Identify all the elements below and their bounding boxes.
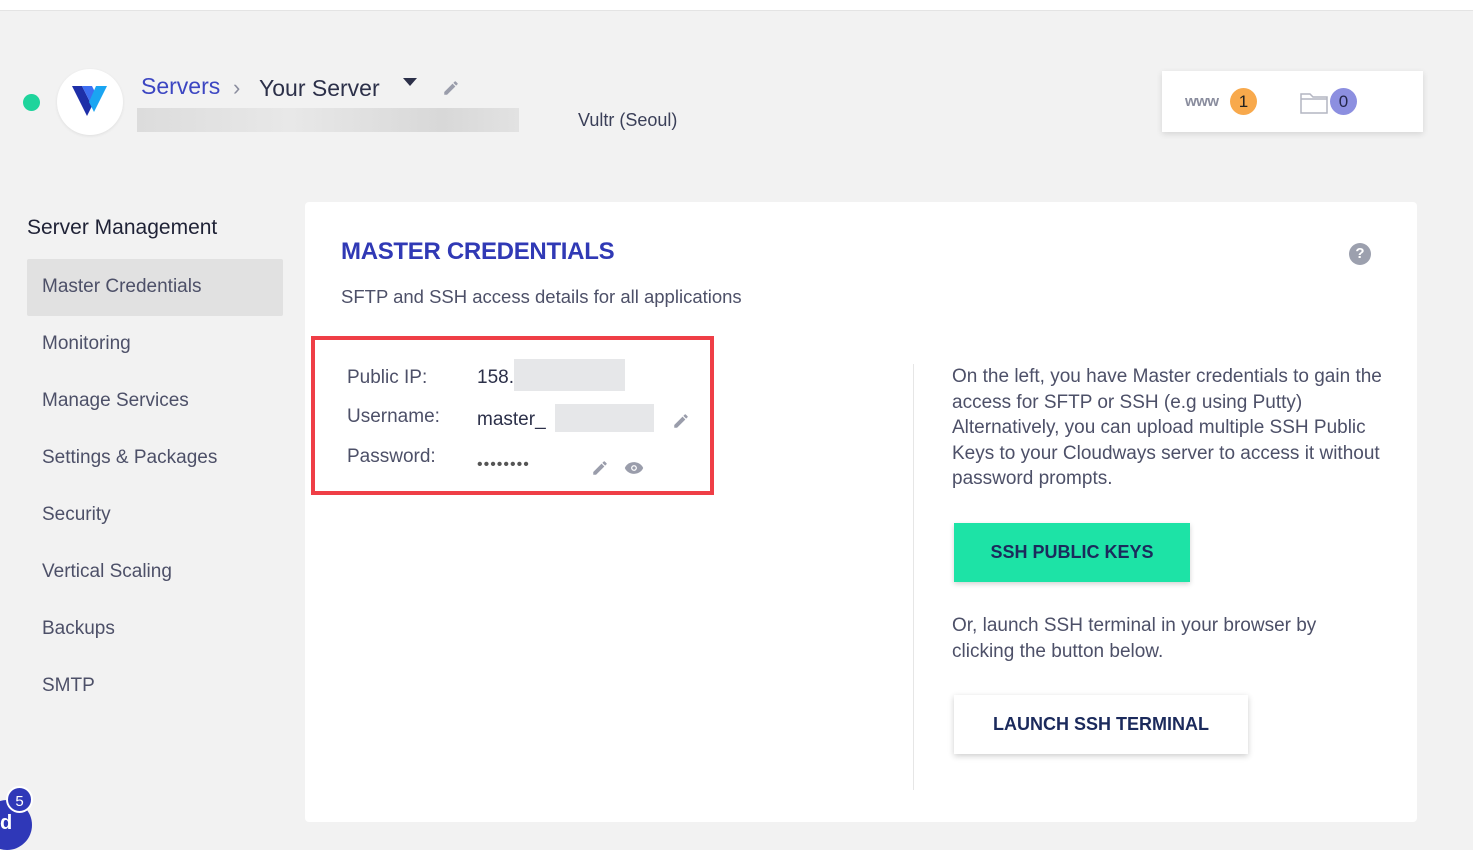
username-label: Username: xyxy=(347,406,440,427)
column-divider xyxy=(913,364,914,790)
username-redacted xyxy=(555,404,654,432)
credentials-highlight-box: Public IP: 158. Username: master_ Passwo… xyxy=(311,336,714,495)
sidebar-item-security[interactable]: Security xyxy=(27,487,283,544)
edit-password-icon[interactable] xyxy=(591,459,609,482)
sidebar-item-settings-packages[interactable]: Settings & Packages xyxy=(27,430,283,487)
vultr-logo xyxy=(57,69,123,135)
launch-ssh-terminal-button[interactable]: LAUNCH SSH TERMINAL xyxy=(954,695,1248,754)
www-icon[interactable]: www xyxy=(1185,93,1219,110)
project-count-badge[interactable]: 0 xyxy=(1330,88,1357,115)
chat-notification-badge[interactable]: 5 xyxy=(6,786,33,813)
server-ip-redacted xyxy=(137,108,519,132)
sidebar-title: Server Management xyxy=(27,216,218,239)
ssh-public-keys-button[interactable]: SSH PUBLIC KEYS xyxy=(954,523,1190,582)
ssh-keys-description: On the left, you have Master credentials… xyxy=(952,366,1382,489)
vultr-logo-icon xyxy=(72,86,107,116)
chat-widget-label[interactable]: d xyxy=(0,812,12,835)
password-value: •••••••• xyxy=(477,456,530,473)
sidebar-item-monitoring[interactable]: Monitoring xyxy=(27,316,283,373)
master-credentials-card: MASTER CREDENTIALS SFTP and SSH access d… xyxy=(305,202,1417,822)
sidebar-item-smtp[interactable]: SMTP xyxy=(27,658,283,715)
ssh-terminal-description: Or, launch SSH terminal in your browser … xyxy=(952,615,1317,662)
password-label: Password: xyxy=(347,446,436,467)
edit-server-name-icon[interactable] xyxy=(442,79,460,102)
public-ip-redacted xyxy=(514,359,625,391)
card-title: MASTER CREDENTIALS xyxy=(341,238,615,265)
server-name: Your Server xyxy=(259,75,380,101)
username-value: master_ xyxy=(477,409,546,430)
breadcrumb-chevron-icon: › xyxy=(233,75,241,100)
sidebar-item-master-credentials[interactable]: Master Credentials xyxy=(27,259,283,316)
show-password-eye-icon[interactable] xyxy=(624,461,644,480)
sidebar-item-vertical-scaling[interactable]: Vertical Scaling xyxy=(27,544,283,601)
sidebar-item-backups[interactable]: Backups xyxy=(27,601,283,658)
sidebar-item-manage-services[interactable]: Manage Services xyxy=(27,373,283,430)
server-provider: Vultr (Seoul) xyxy=(578,110,678,130)
breadcrumb-servers-link[interactable]: Servers xyxy=(141,73,220,100)
edit-username-icon[interactable] xyxy=(672,412,690,435)
card-subtitle: SFTP and SSH access details for all appl… xyxy=(341,286,742,307)
public-ip-label: Public IP: xyxy=(347,367,428,388)
folder-icon[interactable] xyxy=(1300,90,1328,119)
application-count-badge[interactable]: 1 xyxy=(1230,88,1257,115)
help-icon[interactable]: ? xyxy=(1349,243,1371,265)
server-dropdown-caret-icon[interactable] xyxy=(403,78,417,86)
top-bar xyxy=(0,0,1473,11)
server-counts-panel: www 1 0 xyxy=(1162,71,1423,132)
public-ip-value: 158. xyxy=(477,367,514,388)
server-status-indicator xyxy=(23,94,40,111)
